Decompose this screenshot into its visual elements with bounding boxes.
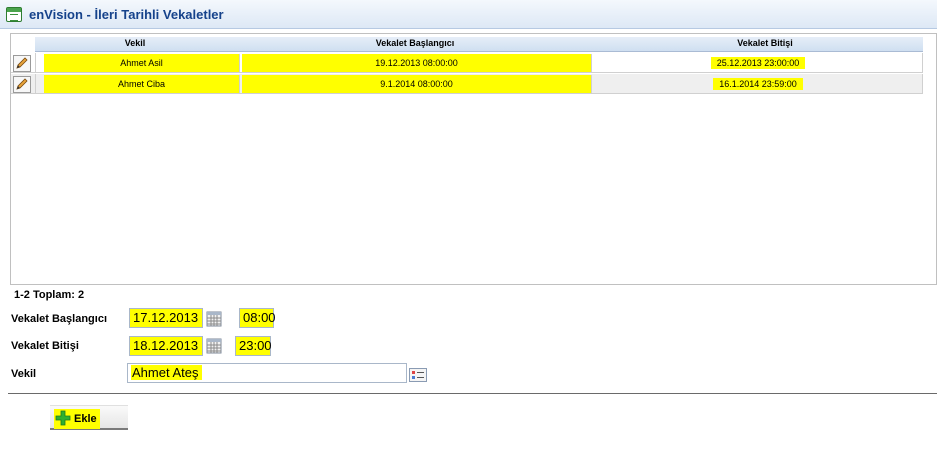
end-time-input[interactable]: 23:00 <box>235 336 272 356</box>
start-date-input[interactable]: 17.12.2013 <box>129 308 203 328</box>
cell-end-wrap: 25.12.2013 23:00:00 <box>593 54 923 72</box>
vekil-value: Ahmet Ateş <box>131 365 203 380</box>
window-titlebar: enVision - İleri Tarihli Vekaletler <box>0 0 937 29</box>
edit-button[interactable] <box>13 76 31 93</box>
vekil-input[interactable]: Ahmet Ateş <box>127 363 407 383</box>
cell-vekil: Ahmet Asil <box>44 54 240 72</box>
column-header-end[interactable]: Vekalet Bitişi <box>695 38 835 48</box>
cell-end: 16.1.2014 23:59:00 <box>713 78 803 90</box>
end-date-input[interactable]: 18.12.2013 <box>129 336 203 356</box>
lookup-icon[interactable] <box>409 368 427 382</box>
start-label: Vekalet Başlangıcı <box>11 313 107 325</box>
start-time-input[interactable]: 08:00 <box>239 308 276 328</box>
record-count: 1-2 Toplam: 2 <box>14 289 85 301</box>
plus-icon <box>55 410 71 426</box>
add-button[interactable]: Ekle <box>50 405 128 430</box>
table-row[interactable]: Ahmet Ciba 9.1.2014 08:00:00 16.1.2014 2… <box>11 74 923 94</box>
grid-header: Vekil Vekalet Başlangıcı Vekalet Bitişi <box>35 37 923 52</box>
end-label: Vekalet Bitişi <box>11 340 79 352</box>
vekil-label: Vekil <box>11 368 37 380</box>
proxy-grid: Vekil Vekalet Başlangıcı Vekalet Bitişi … <box>10 33 937 285</box>
cell-start: 9.1.2014 08:00:00 <box>242 75 592 93</box>
column-header-vekil[interactable]: Vekil <box>95 38 175 48</box>
window-icon <box>6 7 22 22</box>
cell-end-wrap: 16.1.2014 23:59:00 <box>593 75 923 93</box>
edit-icon <box>16 78 28 90</box>
column-header-start[interactable]: Vekalet Başlangıcı <box>345 38 485 48</box>
divider <box>8 393 937 394</box>
calendar-icon[interactable] <box>206 338 222 354</box>
edit-icon <box>16 57 28 69</box>
edit-button[interactable] <box>13 55 31 72</box>
window-title: enVision - İleri Tarihli Vekaletler <box>29 7 224 22</box>
calendar-icon[interactable] <box>206 311 222 327</box>
cell-vekil: Ahmet Ciba <box>44 75 240 93</box>
table-row[interactable]: Ahmet Asil 19.12.2013 08:00:00 25.12.201… <box>11 53 923 73</box>
cell-end: 25.12.2013 23:00:00 <box>710 57 806 69</box>
add-button-label: Ekle <box>74 413 97 425</box>
cell-start: 19.12.2013 08:00:00 <box>242 54 592 72</box>
